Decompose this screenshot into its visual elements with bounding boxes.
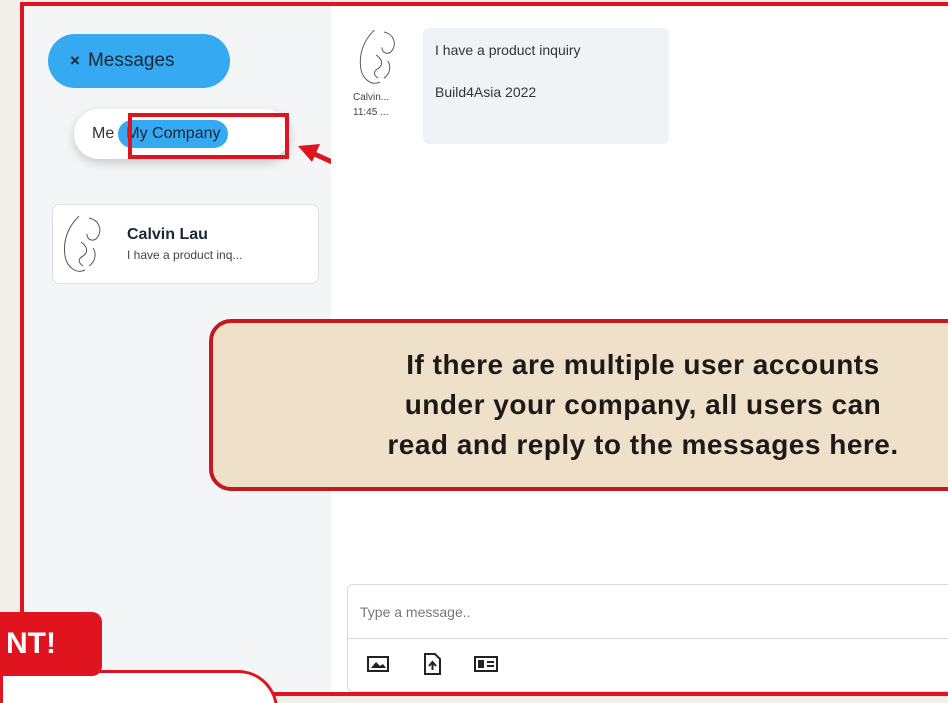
callout-line-2: under your company, all users can <box>404 389 882 420</box>
callout-line-1: If there are multiple user accounts <box>406 349 880 380</box>
callout-line-3: read and reply to the messages here. <box>387 429 899 460</box>
conversation-preview: I have a product inq... <box>127 248 243 262</box>
message-time: 11:45 ... <box>353 107 389 118</box>
sender-name: Calvin... <box>353 92 390 103</box>
close-icon[interactable]: × <box>70 51 80 71</box>
sender-avatar <box>359 29 395 84</box>
contact-card-icon[interactable] <box>474 653 498 675</box>
conversation-item[interactable]: Calvin Lau I have a product inq... <box>52 204 319 284</box>
message-input[interactable]: Type a message.. <box>348 585 948 639</box>
conversation-name: Calvin Lau <box>127 226 208 243</box>
messages-button[interactable]: × Messages <box>48 34 230 88</box>
message-composer: Type a message.. <box>347 584 948 692</box>
message-text-line1: I have a product inquiry <box>435 42 581 58</box>
composer-toolbar <box>348 639 948 689</box>
important-tag: NT! <box>0 612 102 676</box>
filter-option-me[interactable]: Me <box>92 125 114 143</box>
message-meta: Calvin... 11:45 ... <box>353 90 389 120</box>
filter-option-my-company[interactable]: My Company <box>118 120 229 148</box>
avatar <box>64 215 101 272</box>
file-upload-icon[interactable] <box>420 653 444 675</box>
message-text-line2: Build4Asia 2022 <box>435 84 537 100</box>
filter-toggle: Me My Company <box>74 109 290 159</box>
annotation-callout: If there are multiple user accounts unde… <box>209 319 948 491</box>
message-bubble: I have a product inquiry Build4Asia 2022 <box>423 28 669 144</box>
messages-button-label: Messages <box>87 50 175 71</box>
screenshot-frame: × Messages Me My Company Calvin Lau I ha… <box>20 2 948 696</box>
image-icon[interactable] <box>366 653 390 675</box>
